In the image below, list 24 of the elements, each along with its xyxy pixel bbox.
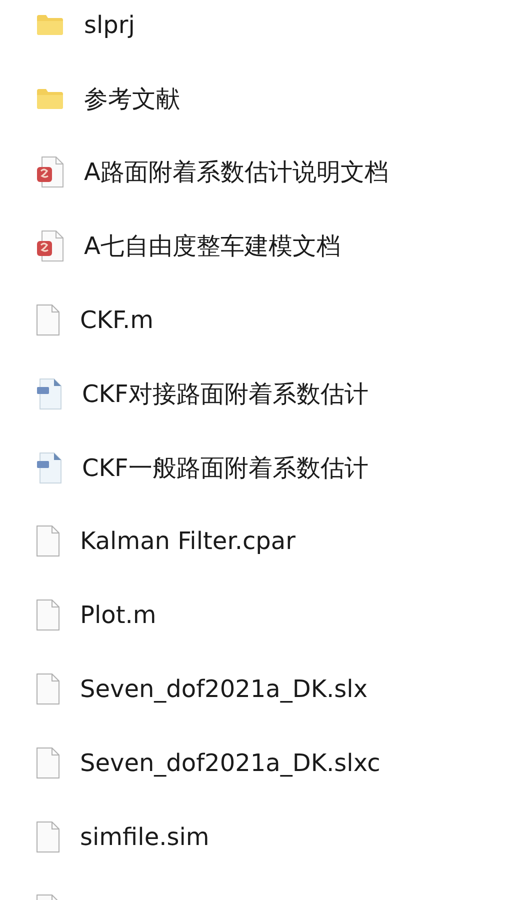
file-name[interactable]: A七自由度整车建模文档: [84, 230, 340, 262]
folder-icon: [36, 88, 64, 110]
file-name[interactable]: CKF一般路面附着系数估计: [82, 452, 368, 484]
file-name[interactable]: 参考文献: [84, 82, 180, 115]
file-name[interactable]: CKF对接路面附着系数估计: [82, 378, 368, 410]
file-name[interactable]: Seven_dof2021a_DK.slxc: [80, 748, 380, 777]
pdf-file-icon: [36, 230, 64, 262]
file-name[interactable]: Plot.m: [80, 601, 156, 630]
file-name[interactable]: CKF.m: [80, 306, 154, 334]
folder-icon: [36, 14, 64, 36]
image-file-icon: [36, 378, 62, 410]
file-icon: [36, 673, 60, 706]
image-file-icon: [36, 452, 62, 484]
file-name[interactable]: A路面附着系数估计说明文档: [84, 156, 388, 188]
file-icon: [36, 525, 60, 558]
file-name[interactable]: simfile.sim: [80, 822, 210, 851]
pdf-file-icon: [36, 156, 64, 188]
file-name[interactable]: Seven_dof2021a_DK.slx: [80, 675, 368, 704]
file-icon: [36, 746, 60, 779]
file-icon: [36, 599, 60, 632]
file-icon: [36, 820, 60, 853]
file-name[interactable]: Kalman Filter.cpar: [80, 527, 296, 556]
file-icon: [36, 304, 60, 336]
file-name[interactable]: slprj: [84, 10, 135, 39]
